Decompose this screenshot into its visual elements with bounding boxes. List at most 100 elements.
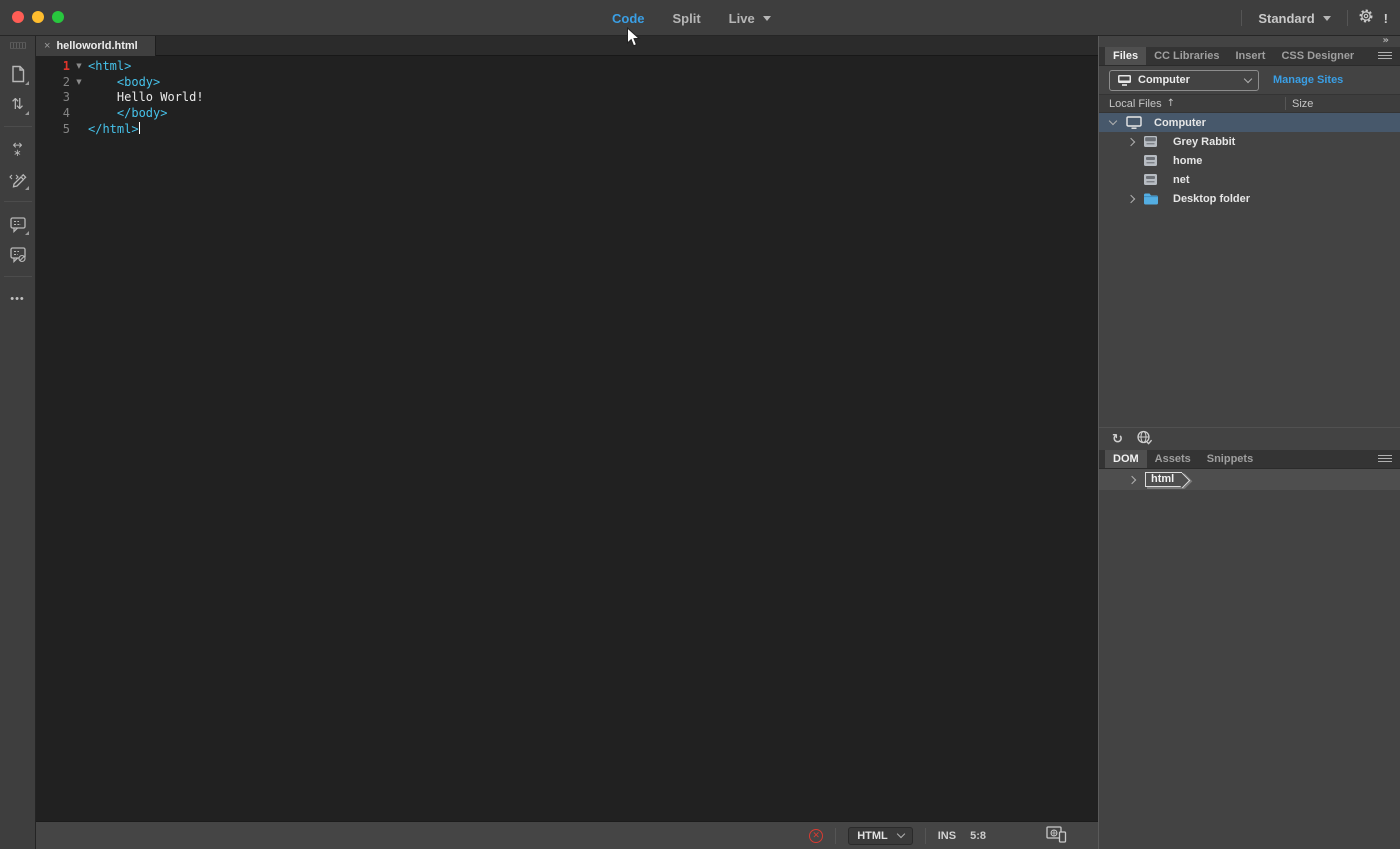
window-controls bbox=[12, 11, 64, 23]
tab-cc-libraries[interactable]: CC Libraries bbox=[1146, 47, 1227, 65]
line-number[interactable]: 1 bbox=[36, 59, 70, 75]
editor-statusbar: ✕ HTML INS 5:8 bbox=[36, 821, 1098, 849]
tab-css-designer[interactable]: CSS Designer bbox=[1273, 47, 1362, 65]
tree-row-home[interactable]: home bbox=[1099, 151, 1400, 170]
drive-icon bbox=[1143, 135, 1158, 151]
collapsed-chevron-icon[interactable] bbox=[1128, 475, 1136, 483]
tree-row-desktop-folder[interactable]: Desktop folder bbox=[1099, 189, 1400, 208]
column-size[interactable]: Size bbox=[1292, 98, 1313, 110]
common-toolbar: ⇅ ↔ ∗ bbox=[0, 36, 36, 849]
collapsed-chevron-icon[interactable] bbox=[1127, 194, 1135, 202]
chevron-down-icon bbox=[763, 16, 771, 21]
toolbar-grip-handle[interactable] bbox=[10, 42, 26, 49]
line-number[interactable]: 3 bbox=[36, 90, 70, 106]
minimize-window-button[interactable] bbox=[32, 11, 44, 23]
cursor-position: 5:8 bbox=[970, 830, 986, 842]
preferences-gear-icon[interactable] bbox=[1358, 8, 1374, 29]
tab-snippets[interactable]: Snippets bbox=[1199, 450, 1261, 468]
device-preview-icon[interactable] bbox=[1046, 826, 1068, 846]
divider bbox=[1347, 10, 1348, 26]
panel-menu-icon[interactable] bbox=[1378, 455, 1392, 464]
line-number[interactable]: 2 bbox=[36, 75, 70, 91]
tree-row-net[interactable]: net bbox=[1099, 170, 1400, 189]
tab-live-view[interactable]: Live bbox=[729, 11, 771, 26]
apply-comment-icon[interactable] bbox=[6, 212, 30, 236]
html-node-tag[interactable]: html bbox=[1145, 472, 1182, 487]
toolbar-right-controls: Standard ! bbox=[1241, 0, 1388, 36]
customize-toolbar-icon[interactable]: ••• bbox=[6, 287, 30, 311]
document-tab-title: helloworld.html bbox=[56, 40, 137, 52]
tab-assets[interactable]: Assets bbox=[1147, 450, 1199, 468]
panel-menu-icon[interactable] bbox=[1378, 52, 1392, 61]
line-number[interactable]: 5 bbox=[36, 122, 70, 138]
toolbar-divider bbox=[4, 201, 32, 202]
flyout-indicator bbox=[25, 231, 29, 235]
tree-row-grey-rabbit[interactable]: Grey Rabbit bbox=[1099, 132, 1400, 151]
fold-arrow-icon[interactable]: ▼ bbox=[70, 59, 88, 75]
workspace-label: Standard bbox=[1258, 11, 1314, 26]
site-selector-row: Computer Manage Sites bbox=[1099, 66, 1400, 94]
close-window-button[interactable] bbox=[12, 11, 24, 23]
format-source-code-icon[interactable] bbox=[6, 167, 30, 191]
open-documents-icon[interactable] bbox=[6, 62, 30, 86]
code-line: 4 </body> bbox=[36, 106, 1098, 122]
dreamweaver-window: Code Split Live Standard ! bbox=[0, 0, 1400, 849]
file-management-icon[interactable]: ⇅ bbox=[6, 92, 30, 116]
tree-row-computer[interactable]: Computer bbox=[1099, 113, 1400, 132]
manage-sites-link[interactable]: Manage Sites bbox=[1273, 74, 1343, 86]
flyout-indicator bbox=[25, 186, 29, 190]
computer-icon bbox=[1117, 74, 1132, 86]
collapsed-chevron-icon[interactable] bbox=[1127, 137, 1135, 145]
folder-icon bbox=[1143, 192, 1159, 208]
computer-icon bbox=[1126, 116, 1142, 132]
flyout-indicator bbox=[25, 111, 29, 115]
code-line: 2 ▼ <body> bbox=[36, 75, 1098, 91]
connect-server-icon[interactable] bbox=[1136, 430, 1153, 448]
files-panel-tabs: Files CC Libraries Insert CSS Designer bbox=[1099, 47, 1400, 66]
file-list-empty-area[interactable] bbox=[1099, 208, 1400, 427]
tab-dom[interactable]: DOM bbox=[1105, 450, 1147, 468]
dom-panel-tabs: DOM Assets Snippets bbox=[1099, 450, 1400, 469]
expanded-chevron-icon[interactable] bbox=[1109, 117, 1117, 125]
sort-ascending-icon: ↑ bbox=[1167, 98, 1175, 109]
document-tabbar: × helloworld.html bbox=[36, 36, 1098, 56]
sync-alert-indicator[interactable]: ! bbox=[1384, 11, 1388, 26]
divider bbox=[835, 828, 836, 844]
fold-arrow-icon[interactable]: ▼ bbox=[70, 75, 88, 91]
local-files-tree: Computer Grey Rabbit bbox=[1099, 113, 1400, 208]
drive-icon bbox=[1143, 154, 1158, 170]
collapse-panels-icon[interactable]: » bbox=[1383, 35, 1388, 46]
chevron-down-icon bbox=[1323, 16, 1331, 21]
close-tab-icon[interactable]: × bbox=[44, 41, 50, 52]
column-divider[interactable] bbox=[1285, 97, 1286, 110]
workspace-switcher[interactable]: Standard bbox=[1252, 11, 1336, 26]
tab-code-view[interactable]: Code bbox=[612, 11, 645, 26]
chevron-down-icon bbox=[897, 830, 905, 838]
site-dropdown[interactable]: Computer bbox=[1109, 70, 1259, 91]
tab-insert[interactable]: Insert bbox=[1228, 47, 1274, 65]
application-toolbar: Code Split Live Standard ! bbox=[0, 0, 1400, 36]
column-local-files[interactable]: Local Files bbox=[1109, 98, 1162, 110]
files-panel-toolbar: ↻ bbox=[1099, 427, 1400, 450]
expand-collapse-icon[interactable]: ↔ ∗ bbox=[6, 137, 30, 161]
dom-tree-row-html[interactable]: html bbox=[1099, 469, 1400, 490]
zoom-window-button[interactable] bbox=[52, 11, 64, 23]
tab-split-view[interactable]: Split bbox=[673, 11, 701, 26]
divider bbox=[925, 828, 926, 844]
remove-comment-icon[interactable] bbox=[6, 242, 30, 266]
drive-icon bbox=[1143, 173, 1158, 189]
text-caret bbox=[139, 122, 140, 134]
toolbar-divider bbox=[4, 126, 32, 127]
doctype-dropdown[interactable]: HTML bbox=[848, 827, 913, 845]
lint-error-icon[interactable]: ✕ bbox=[809, 829, 823, 843]
document-tab[interactable]: × helloworld.html bbox=[36, 36, 156, 56]
toolbar-divider bbox=[4, 276, 32, 277]
divider bbox=[1241, 10, 1242, 26]
refresh-icon[interactable]: ↻ bbox=[1112, 432, 1123, 447]
code-view[interactable]: 1 ▼ <html> 2 ▼ <body> 3 Hello World! 4 <… bbox=[36, 57, 1098, 821]
code-line: 5 </html> bbox=[36, 122, 1098, 138]
line-number[interactable]: 4 bbox=[36, 106, 70, 122]
right-panel-group: » Files CC Libraries Insert CSS Designer… bbox=[1098, 36, 1400, 849]
tab-files[interactable]: Files bbox=[1105, 47, 1146, 65]
code-line: 1 ▼ <html> bbox=[36, 59, 1098, 75]
